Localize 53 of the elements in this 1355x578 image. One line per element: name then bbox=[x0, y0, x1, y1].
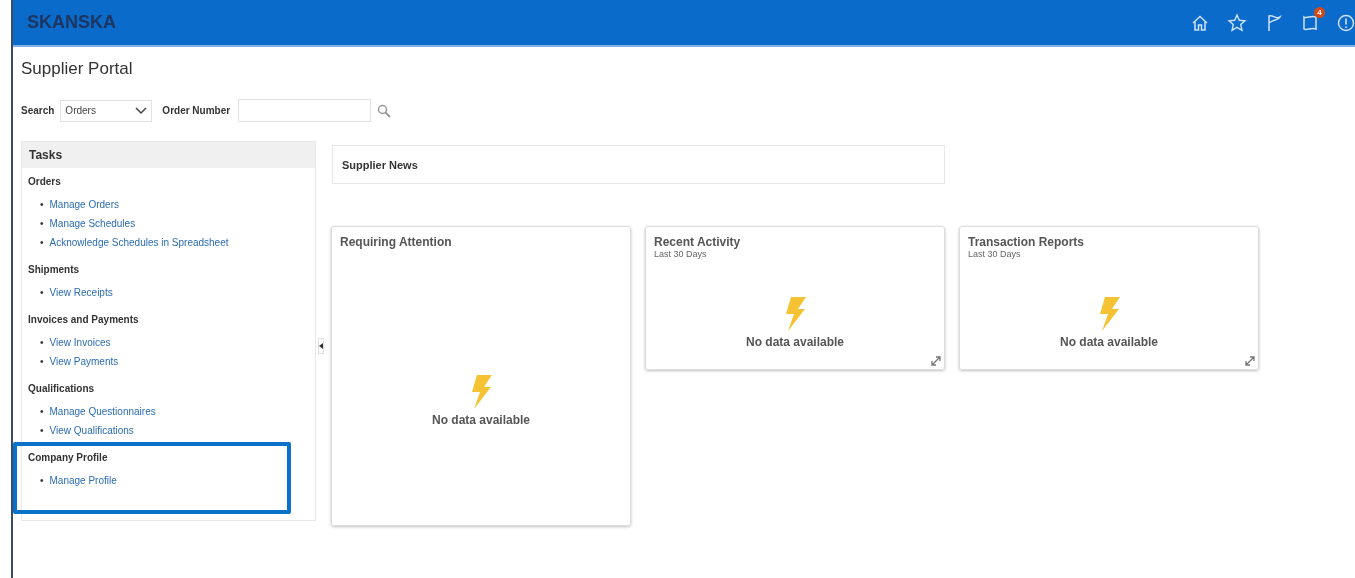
card-subtitle: Last 30 Days bbox=[968, 249, 1022, 259]
lightning-icon bbox=[1097, 297, 1121, 331]
bullet: • bbox=[40, 424, 44, 438]
bullet: • bbox=[40, 198, 44, 212]
empty-message: No data available bbox=[1059, 335, 1158, 349]
collapse-icon bbox=[319, 343, 323, 349]
bullet: • bbox=[40, 217, 44, 231]
card-title: Requiring Attention bbox=[340, 235, 453, 249]
search-label: Search bbox=[21, 105, 55, 116]
section-title: Shipments bbox=[28, 263, 81, 277]
expand-icon[interactable] bbox=[931, 356, 941, 366]
section-title: Company Profile bbox=[28, 451, 109, 465]
empty-message: No data available bbox=[745, 335, 844, 349]
section-title: Orders bbox=[28, 175, 62, 189]
task-link[interactable]: Manage Schedules bbox=[49, 214, 136, 233]
lightning-icon bbox=[783, 297, 807, 331]
notification-badge: 4 bbox=[1314, 6, 1325, 18]
search-icon[interactable] bbox=[377, 103, 392, 118]
bullet: • bbox=[40, 355, 44, 369]
task-link[interactable]: Manage Questionnaires bbox=[49, 402, 156, 421]
bullet: • bbox=[40, 236, 44, 250]
task-link[interactable]: Acknowledge Schedules in Spreadsheet bbox=[49, 233, 229, 252]
card-title: Transaction Reports bbox=[968, 235, 1086, 249]
card-title: Recent Activity bbox=[654, 235, 742, 249]
task-link[interactable]: View Receipts bbox=[49, 283, 113, 302]
empty-message: No data available bbox=[431, 413, 530, 427]
bullet: • bbox=[40, 336, 44, 350]
collapse-handle[interactable] bbox=[318, 338, 324, 354]
order-number-label: Order Number bbox=[162, 105, 231, 116]
flag-icon[interactable] bbox=[1265, 13, 1283, 32]
home-icon[interactable] bbox=[1191, 13, 1209, 32]
news-title: Supplier News bbox=[342, 158, 418, 171]
bullet: • bbox=[40, 286, 44, 300]
task-link[interactable]: Manage Orders bbox=[49, 195, 119, 214]
bullet: • bbox=[40, 405, 44, 419]
tasks-header: Tasks bbox=[22, 142, 315, 168]
card-subtitle: Last 30 Days bbox=[654, 249, 708, 259]
star-icon[interactable] bbox=[1227, 12, 1247, 33]
section-title: Invoices and Payments bbox=[28, 313, 140, 327]
bullet: • bbox=[40, 474, 44, 488]
task-link[interactable]: Manage Profile bbox=[49, 471, 117, 490]
task-link[interactable]: View Payments bbox=[49, 352, 119, 371]
category-dropdown[interactable]: Orders bbox=[60, 99, 153, 122]
task-link[interactable]: View Qualifications bbox=[49, 421, 134, 440]
order-number-field[interactable] bbox=[238, 99, 372, 122]
expand-icon[interactable] bbox=[1245, 356, 1255, 366]
chevron-icon bbox=[135, 106, 148, 115]
task-link[interactable]: View Invoices bbox=[49, 333, 111, 352]
logo: SKANSKA bbox=[27, 12, 116, 33]
page-title: Supplier Portal bbox=[21, 59, 134, 79]
section-title: Qualifications bbox=[28, 382, 96, 396]
lightning-icon bbox=[469, 375, 493, 409]
info-icon[interactable] bbox=[1337, 13, 1355, 32]
